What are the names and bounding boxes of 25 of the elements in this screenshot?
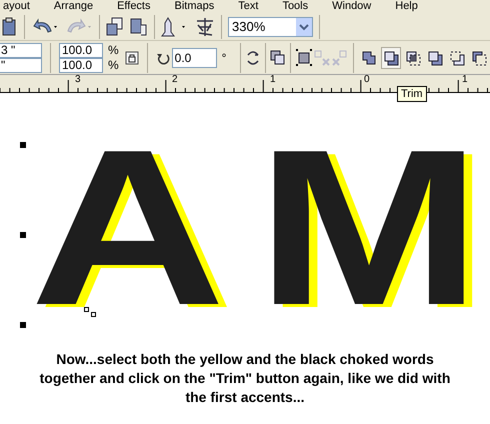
ruler-label: 1 <box>462 75 468 85</box>
zoom-dropdown[interactable]: 330% <box>228 16 313 36</box>
menu-item[interactable]: Help <box>395 0 418 13</box>
height-field[interactable]: " <box>0 58 42 72</box>
degree-label: ° <box>222 50 228 66</box>
ruler-label: 3 <box>75 75 81 85</box>
scale-height-field[interactable]: 100.0 <box>59 58 103 72</box>
menu-item[interactable]: Bitmaps <box>174 0 214 13</box>
tooltip: Trim <box>397 86 427 102</box>
choked-letters-drawing: AM <box>30 149 482 309</box>
menu-item[interactable]: Text <box>238 0 258 13</box>
scale-width-field[interactable]: 100.0 <box>59 42 103 58</box>
percent-label: % <box>108 58 119 72</box>
rotation-field[interactable]: 0.0 <box>172 48 217 68</box>
percent-label: % <box>108 42 119 58</box>
width-field[interactable]: 3 " <box>0 42 42 58</box>
menu-item[interactable]: Tools <box>282 0 308 13</box>
ruler-label: 2 <box>172 75 178 85</box>
caption-text: Now...select both the yellow and the black choked words together and click on the "Trim" button again, like we did with the first accents... <box>38 350 452 407</box>
ruler-label: 1 <box>270 75 276 85</box>
menu-item[interactable]: Effects <box>117 0 150 13</box>
menu-item[interactable]: Arrange <box>54 0 94 13</box>
menu-item[interactable]: ayout <box>3 0 30 13</box>
menu-item[interactable]: Window <box>332 0 372 13</box>
ruler-label: 0 <box>364 75 370 85</box>
